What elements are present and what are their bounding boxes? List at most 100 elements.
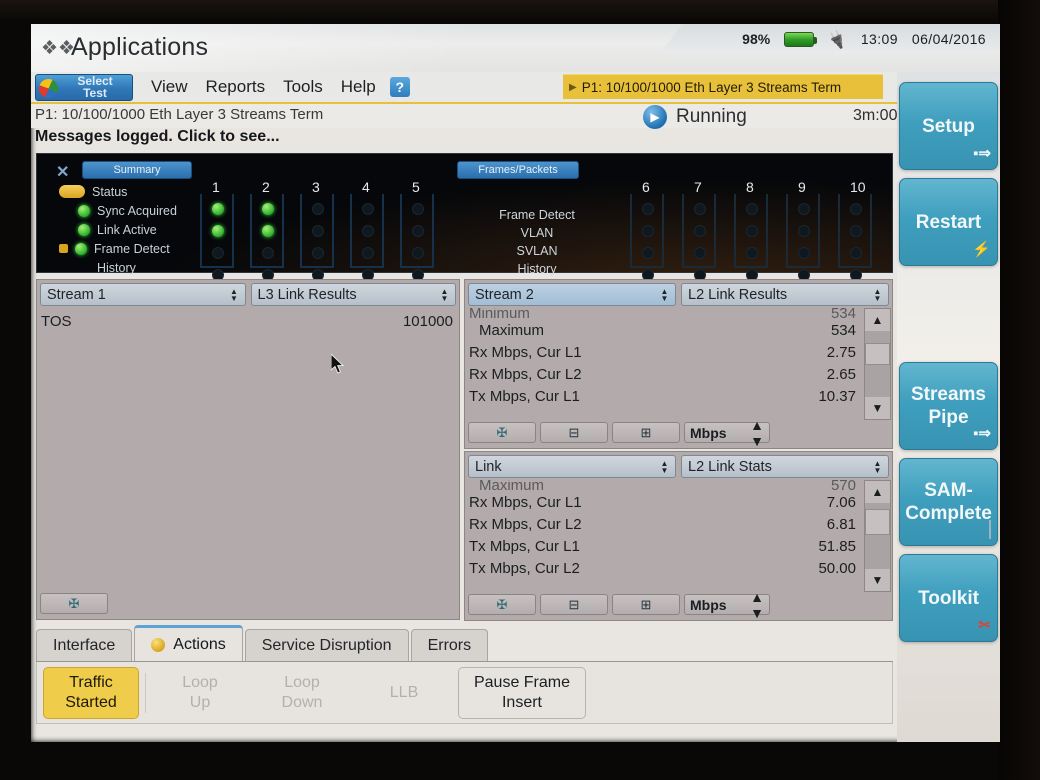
tab-status-dot-icon [151,637,166,652]
move-icon-button[interactable]: ✠ [40,593,108,614]
row-value: 7.06 [826,493,856,511]
row-label: Tx Mbps, Cur L1 [469,387,580,405]
table-row[interactable]: Tx Mbps, Cur L1 51.85 [465,535,862,557]
run-state-label: Running [676,106,747,127]
chevron-right-icon: ▶ [569,81,577,93]
led-slot [405,220,431,242]
table-row[interactable]: TOS 101000 [37,310,459,332]
scroll-up-icon[interactable]: ▲ [865,309,890,331]
table-row[interactable]: Maximum 534 [465,319,862,341]
table-row-clipped[interactable]: Minimum 534 [465,308,862,319]
messages-logged-link[interactable]: Messages logged. Click to see... [35,128,280,146]
help-icon[interactable]: ? [389,77,410,97]
legend-label: Sync Acquired [97,203,177,218]
frame-detect-amber-icon [59,244,68,253]
tab-service-disruption[interactable]: Service Disruption [244,629,409,661]
view-select-left[interactable]: L3 Link Results ▲ ▼ [250,283,456,306]
left-panel-toolbar: ✠ [37,591,459,617]
table-row[interactable]: Rx Mbps, Cur L1 7.06 [465,491,862,513]
action-button-label-2: Down [281,693,323,711]
active-test-chip[interactable]: ▶ P1: 10/100/1000 Eth Layer 3 Streams Te… [563,74,883,99]
move-icon: ✠ [68,595,80,611]
led-slot [739,242,765,264]
action-button-loop-up[interactable]: Loop Up [152,667,248,719]
table-row[interactable]: Rx Mbps, Cur L1 2.75 [465,341,862,363]
scrollbar-bottom-right[interactable]: ▲ ▼ [864,480,891,592]
menu-item-tools[interactable]: Tools [283,77,323,97]
move-icon-button[interactable]: ✠ [468,422,536,443]
led-slot [205,220,231,242]
menu-item-view[interactable]: View [151,77,188,97]
led-column-number: 3 [312,179,320,195]
tab-interface[interactable]: Interface [36,629,133,661]
led-slot [635,242,661,264]
top-right-results-panel: Stream 2 ▲ ▼ L2 Link Results ▲ ▼ Minimum 5… [464,279,893,449]
brand-logo-icon [39,78,58,98]
led-slot [255,198,281,220]
row-label: Rx Mbps, Cur L1 [469,343,582,361]
collapse-icon-button[interactable]: ⊟ [540,594,608,615]
stream-select-top-right[interactable]: Stream 2 ▲ ▼ [468,283,676,306]
view-select-top-right[interactable]: L2 Link Results ▲ ▼ [681,283,889,306]
action-button-pause-frame-insert[interactable]: Pause Frame Insert [458,666,586,719]
left-panel-rows: TOS 101000 [37,310,459,332]
table-row[interactable]: Rx Mbps, Cur L2 2.65 [465,363,862,385]
collapse-icon-button[interactable]: ⊟ [540,422,608,443]
sidebar-button-restart[interactable]: Restart ⚡ [899,178,998,266]
play-icon[interactable]: ▶ [643,105,667,129]
expand-icon-button[interactable]: ⊞ [612,594,680,615]
scroll-thumb[interactable] [865,343,890,365]
menu-item-reports[interactable]: Reports [206,77,266,97]
right-sidebar: Setup ▪⇒ Restart ⚡ Streams Pipe ▪⇒ SAM- Complete… [897,72,1000,742]
scroll-thumb[interactable] [865,509,890,535]
action-button-traffic-started[interactable]: Traffic Started [43,666,139,719]
frames-legend-label: SVLAN [516,244,558,258]
scroll-up-icon[interactable]: ▲ [865,481,890,503]
scroll-track[interactable] [865,331,890,397]
select-test-button[interactable]: Select Test [35,73,133,101]
sync-acquired-led-icon [78,204,90,217]
led-column [635,198,661,286]
scroll-down-icon[interactable]: ▼ [865,397,890,419]
action-button-llb[interactable]: LLB [356,667,452,719]
led-column [305,198,331,286]
view-select-bottom-right[interactable]: L2 Link Stats ▲ ▼ [681,455,889,478]
mouse-cursor [331,354,345,374]
move-icon-button[interactable]: ✠ [468,594,536,615]
table-row[interactable]: Tx Mbps, Cur L2 50.00 [465,557,862,579]
sidebar-button-toolkit[interactable]: Toolkit ✂ [899,554,998,642]
unit-select-top-right[interactable]: Mbps ▲ ▼ [684,417,770,449]
tab-errors[interactable]: Errors [410,629,489,661]
menu-item-help[interactable]: Help [341,77,376,97]
unit-select-bottom-right[interactable]: Mbps ▲ ▼ [684,589,770,621]
led-off-icon [798,225,810,237]
led-off-icon [412,203,424,215]
table-row-clipped[interactable]: Maximum 570 [465,480,862,491]
led-slot [405,198,431,220]
table-row[interactable]: Rx Mbps, Cur L2 6.81 [465,513,862,535]
expand-icon-button[interactable]: ⊞ [612,422,680,443]
tab-actions[interactable]: Actions [134,625,243,661]
scroll-down-icon[interactable]: ▼ [865,569,890,591]
frames-legend-label: VLAN [520,226,554,240]
status-strip: 98% 🔌 13:09 06/04/2016 [660,24,1000,54]
led-tab-summary[interactable]: Summary [82,161,192,179]
frames-legend-label: Frame Detect [499,208,575,222]
led-slot [305,220,331,242]
stream-select-bottom-right[interactable]: Link ▲ ▼ [468,455,676,478]
action-button-loop-down[interactable]: Loop Down [254,667,350,719]
view-select-bottom-right-value: L2 Link Stats [688,458,772,475]
led-tab-frames-packets[interactable]: Frames/Packets [457,161,579,179]
legend-row-link-active: Link Active [59,220,177,239]
table-row[interactable]: Tx Mbps, Cur L1 10.37 [465,385,862,407]
sidebar-button-streamspipe[interactable]: Streams Pipe ▪⇒ [899,362,998,450]
scroll-track[interactable] [865,503,890,569]
action-button-label-1: Pause Frame [473,673,571,691]
sidebar-button-setup[interactable]: Setup ▪⇒ [899,82,998,170]
stream-select-left-value: Stream 1 [47,286,106,303]
row-label: Tx Mbps, Cur L1 [469,537,580,555]
sidebar-button-sam-complete[interactable]: SAM- Complete [899,458,998,546]
scrollbar-top-right[interactable]: ▲ ▼ [864,308,891,420]
stream-select-left[interactable]: Stream 1 ▲ ▼ [40,283,246,306]
actions-button-bar: Traffic Started Loop Up Loop Down LLB Pause Fra… [36,662,893,724]
